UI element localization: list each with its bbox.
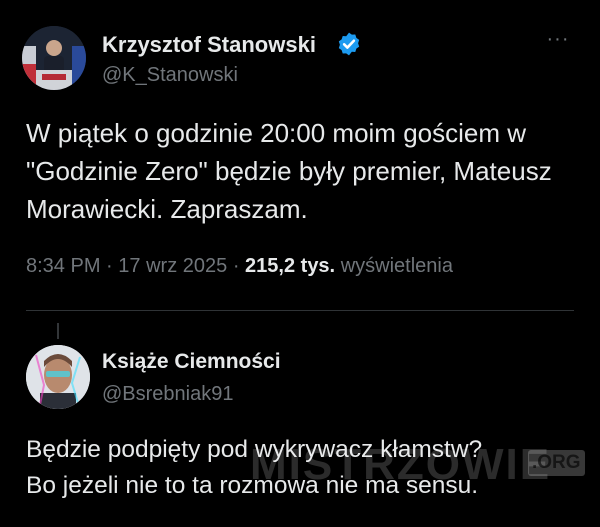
author-avatar-image — [22, 26, 86, 90]
divider — [26, 310, 574, 311]
reply-author-display-name[interactable]: Książe Ciemności — [102, 350, 281, 374]
tweet-meta: 8:34 PM · 17 wrz 2025 · 215,2 tys. wyświ… — [26, 255, 453, 278]
thread-connector-line — [57, 323, 59, 339]
tweet-text-line: Morawiecki. Zapraszam. — [26, 194, 308, 224]
author-handle[interactable]: @K_Stanowski — [102, 64, 238, 87]
tweet-time[interactable]: 8:34 PM — [26, 255, 100, 277]
author-avatar[interactable] — [22, 26, 86, 90]
meta-separator: · — [232, 255, 240, 277]
more-dots-icon: ··· — [546, 28, 570, 50]
meta-separator: · — [106, 255, 113, 277]
tweet-text-line: "Godzinie Zero" będzie były premier, Mat… — [26, 156, 552, 186]
more-options-button[interactable]: ··· — [543, 29, 573, 54]
views-count[interactable]: 215,2 tys. — [245, 255, 335, 277]
reply-author-avatar[interactable] — [26, 345, 90, 409]
reply-text: Będzie podpięty pod wykrywacz kłamstw? B… — [26, 432, 482, 504]
reply-avatar-image — [26, 345, 90, 409]
reply-author-handle[interactable]: @Bsrebniak91 — [102, 383, 233, 406]
tweet-screenshot: Krzysztof Stanowski @K_Stanowski ··· W p… — [0, 0, 600, 527]
tweet-text-line: W piątek o godzinie 20:00 moim gościem w — [26, 118, 527, 148]
reply-text-line: Będzie podpięty pod wykrywacz kłamstw? — [26, 436, 483, 463]
author-display-name[interactable]: Krzysztof Stanowski — [102, 32, 316, 58]
views-label: wyświetlenia — [340, 255, 453, 277]
reply-text-line: Bo jeżeli nie to ta rozmowa nie ma sensu… — [26, 472, 479, 499]
tweet-text: W piątek o godzinie 20:00 moim gościem w… — [26, 114, 552, 228]
verified-badge-icon — [338, 32, 360, 56]
watermark-suffix: .ORG — [528, 450, 585, 476]
tweet-date[interactable]: 17 wrz 2025 — [118, 255, 227, 277]
